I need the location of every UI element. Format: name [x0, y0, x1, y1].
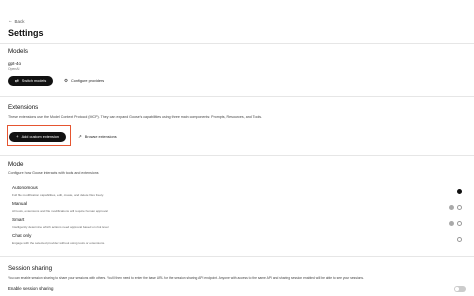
mode-option-label: Chat only [12, 233, 32, 238]
page-title: Settings [8, 28, 44, 38]
divider [0, 256, 474, 257]
extensions-heading: Extensions [8, 104, 39, 111]
gear-icon[interactable] [449, 221, 454, 226]
add-custom-extension-label: Add custom extension [21, 135, 59, 139]
divider [0, 96, 474, 97]
external-link-icon: ↗ [78, 133, 82, 139]
session-sharing-description: You can enable session sharing to share … [8, 276, 364, 280]
radio-icon[interactable] [457, 205, 462, 210]
mode-option-desc: Full file modification capabilities, edi… [12, 193, 104, 197]
mode-description: Configure how Goose interacts with tools… [8, 171, 99, 175]
switch-models-button[interactable]: ⇄ Switch models [8, 76, 54, 86]
back-link[interactable]: ← Back [8, 19, 25, 24]
mode-option-smart[interactable]: Smart Intelligently determine which acti… [8, 217, 466, 233]
radio-icon[interactable] [457, 221, 462, 226]
switch-icon: ⇄ [15, 77, 19, 83]
switch-models-label: Switch models [21, 79, 47, 83]
divider [0, 43, 474, 44]
current-model-name: gpt-4o [8, 61, 22, 66]
window-titlebar [0, 0, 474, 14]
extensions-description: These extensions use the Model Context P… [8, 115, 263, 119]
mode-option-label: Smart [12, 217, 25, 222]
mode-option-desc: All tools, extensions and file modificat… [12, 209, 108, 213]
plus-icon: + [16, 133, 19, 139]
add-custom-extension-button[interactable]: + Add custom extension [9, 132, 66, 142]
models-heading: Models [8, 48, 28, 55]
mode-option-label: Autonomous [12, 185, 38, 190]
configure-providers-button[interactable]: ⚙ Configure providers [58, 76, 111, 86]
browse-extensions-button[interactable]: ↗ Browse extensions [72, 132, 123, 142]
enable-session-sharing-label: Enable session sharing [8, 286, 54, 291]
mode-option-chat-only[interactable]: Chat only Engage with the selected provi… [8, 233, 466, 249]
divider [0, 155, 474, 156]
radio-selected-icon[interactable] [457, 189, 462, 194]
gear-icon[interactable] [449, 205, 454, 210]
session-sharing-heading: Session sharing [8, 265, 53, 272]
browse-extensions-label: Browse extensions [84, 135, 117, 139]
mode-option-autonomous[interactable]: Autonomous Full file modification capabi… [8, 185, 466, 201]
arrow-left-icon: ← [8, 18, 13, 24]
gear-icon: ⚙ [64, 77, 69, 83]
mode-option-label: Manual [12, 201, 28, 206]
configure-providers-label: Configure providers [71, 79, 105, 83]
mode-option-desc: Engage with the selected provider withou… [12, 241, 106, 245]
current-model-provider: OpenAI [8, 67, 20, 71]
mode-option-desc: Intelligently determine which actions ne… [12, 225, 109, 229]
back-label: Back [14, 19, 25, 24]
mode-heading: Mode [8, 161, 24, 168]
mode-option-manual[interactable]: Manual All tools, extensions and file mo… [8, 201, 466, 217]
radio-icon[interactable] [457, 237, 462, 242]
enable-session-sharing-toggle[interactable] [454, 286, 466, 292]
